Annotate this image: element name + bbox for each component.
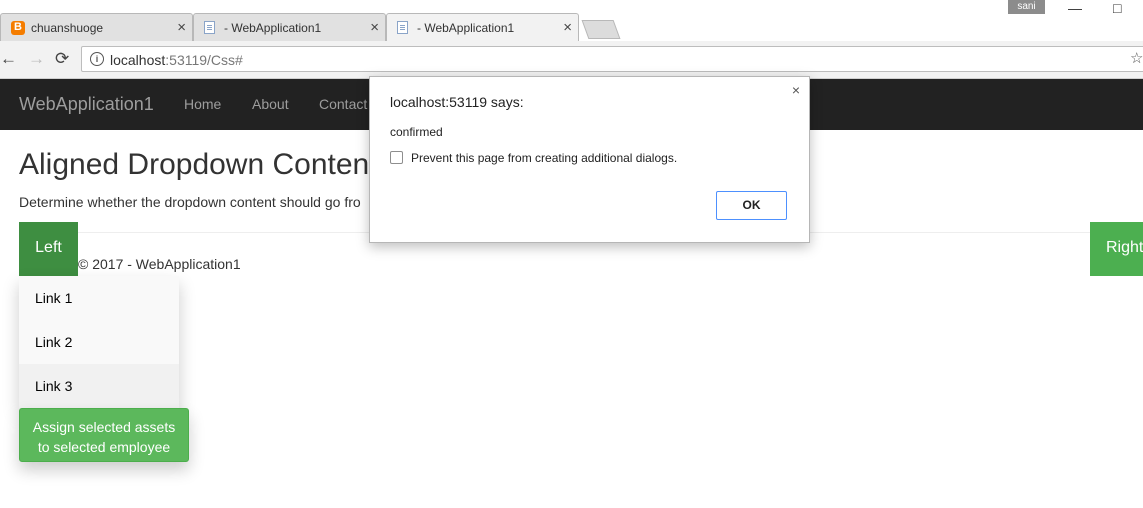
nav-link-home[interactable]: Home [184,96,221,112]
navbar-brand[interactable]: WebApplication1 [19,94,154,115]
alert-dialog: × localhost:53119 says: confirmed Preven… [369,76,810,243]
forward-icon[interactable]: → [28,49,45,69]
nav-link-contact[interactable]: Contact [319,96,367,112]
url-path: :53119/Css# [165,52,243,68]
address-url[interactable]: localhost:53119/Css# [110,52,243,68]
address-bar[interactable]: i localhost:53119/Css# [81,46,1143,72]
page-description: Determine whether the dropdown content s… [19,194,361,210]
browser-tab-2[interactable]: - WebApplication1 × [193,13,386,42]
back-icon[interactable]: ← [0,49,17,69]
browser-toolbar: ← → ⟳ i localhost:53119/Css# [0,41,1143,79]
dialog-message: confirmed [390,125,443,139]
url-host: localhost [110,52,166,68]
page-title: Aligned Dropdown Conten [19,148,370,181]
tab-label: - WebApplication1 [224,21,322,35]
blogger-icon [11,21,25,35]
bookmark-star-icon[interactable]: ☆ [1130,49,1143,67]
maximize-icon[interactable]: □ [1113,0,1121,16]
tab-label: - WebApplication1 [417,21,515,35]
assign-button-line-2: to selected employee [37,439,171,455]
close-icon[interactable]: × [792,82,800,98]
ok-button[interactable]: OK [716,191,787,220]
browser-tabstrip: chuanshuoge × - WebApplication1 × - WebA… [0,0,1143,42]
right-dropdown-button[interactable]: Right [1090,222,1143,276]
dialog-title: localhost:53119 says: [390,94,524,110]
dropdown-menu: Link 1 Link 2 Link 3 [19,276,179,408]
page-icon [397,21,408,34]
page-icon [204,21,215,34]
tab-label: chuanshuoge [31,21,104,35]
dropdown-link-1[interactable]: Link 1 [19,276,179,320]
left-dropdown-button[interactable]: Left [19,222,78,276]
footer-text: © 2017 - WebApplication1 [78,256,241,272]
assign-assets-button[interactable]: Assign selected assets to selected emplo… [19,408,189,462]
dropdown-link-2[interactable]: Link 2 [19,320,179,364]
browser-tab-3-active[interactable]: - WebApplication1 × [386,13,579,42]
info-icon[interactable]: i [90,52,104,66]
prevent-dialogs-checkbox[interactable] [390,151,403,164]
browser-tab-1[interactable]: chuanshuoge × [0,13,193,42]
close-tab-icon[interactable]: × [563,19,572,36]
new-tab-button[interactable] [581,20,621,39]
dropdown-link-3[interactable]: Link 3 [19,364,179,408]
nav-link-about[interactable]: About [252,96,289,112]
reload-icon[interactable]: ⟳ [55,49,69,69]
user-badge[interactable]: sani [1008,0,1045,14]
close-tab-icon[interactable]: × [177,19,186,36]
assign-button-line-1: Assign selected assets [32,419,176,435]
prevent-dialogs-label[interactable]: Prevent this page from creating addition… [411,151,677,165]
minimize-icon[interactable]: — [1068,0,1082,16]
close-tab-icon[interactable]: × [370,19,379,36]
